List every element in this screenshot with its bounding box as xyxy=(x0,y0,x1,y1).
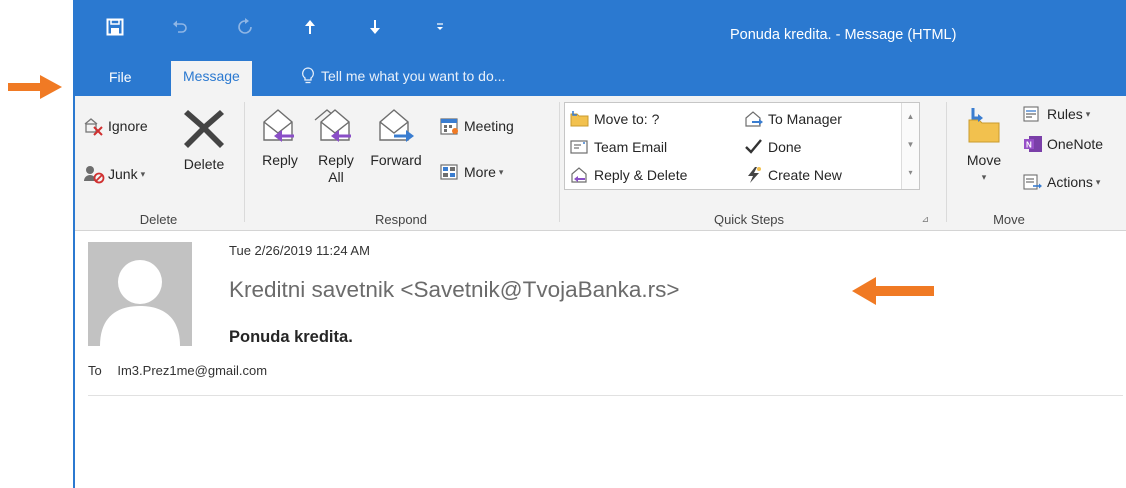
move-folder-icon xyxy=(968,108,1000,143)
more-respond-button[interactable]: More ▾ xyxy=(439,160,503,184)
sender-name[interactable]: Kreditni savetnik <Savetnik@TvojaBanka.r… xyxy=(229,277,680,303)
redo-icon xyxy=(238,18,252,34)
rules-dropdown-icon: ▾ xyxy=(1085,108,1091,119)
reply-all-button[interactable]: Reply All xyxy=(311,106,361,186)
customize-qat-button[interactable] xyxy=(430,17,450,37)
more-icon xyxy=(440,164,458,180)
junk-icon xyxy=(84,166,105,184)
move-group: Move ▾ Rules ▾ N OneNote Actions ▾ Move xyxy=(950,96,1126,231)
quick-steps-group: Quick Steps ⊿ xyxy=(561,96,937,231)
meeting-calendar-icon xyxy=(440,118,458,135)
forward-button[interactable]: Forward xyxy=(369,106,423,169)
svg-text:N: N xyxy=(1026,141,1032,150)
more-dropdown-icon: ▾ xyxy=(498,166,504,177)
quick-steps-group-label: Quick Steps xyxy=(713,212,785,227)
save-icon xyxy=(106,18,124,36)
arrow-down-icon xyxy=(370,20,380,34)
recipient-row: To Im3.Prez1me@gmail.com xyxy=(88,363,267,378)
ignore-button[interactable]: Ignore xyxy=(83,114,148,138)
actions-dropdown-icon: ▾ xyxy=(1095,176,1101,187)
to-label: To xyxy=(88,363,102,378)
recipient-address[interactable]: Im3.Prez1me@gmail.com xyxy=(117,363,267,378)
move-dropdown-icon: ▾ xyxy=(981,172,987,182)
header-divider xyxy=(88,395,1123,396)
received-date: Tue 2/26/2019 11:24 AM xyxy=(229,243,370,258)
person-placeholder-icon xyxy=(88,242,192,346)
actions-icon xyxy=(1023,174,1042,190)
message-subject: Ponuda kredita. xyxy=(229,328,353,346)
previous-item-button[interactable] xyxy=(300,17,320,37)
undo-icon xyxy=(173,20,187,33)
screenshot-root: Ponuda kredita. - Message (HTML) File Me… xyxy=(0,0,1126,488)
quick-access-toolbar xyxy=(105,16,495,38)
move-button[interactable]: Move ▾ xyxy=(962,106,1006,186)
save-button[interactable] xyxy=(105,17,125,37)
ignore-icon xyxy=(84,118,103,136)
meeting-button[interactable]: Meeting xyxy=(439,114,514,138)
next-item-button[interactable] xyxy=(365,17,385,37)
group-separator xyxy=(244,102,245,222)
rules-icon xyxy=(1023,106,1039,122)
annotation-arrow-left-icon xyxy=(852,277,934,305)
ribbon: Ignore Junk ▾ Delete Delete Reply Reply … xyxy=(75,96,1126,231)
window-title: Ponuda kredita. - Message (HTML) xyxy=(730,27,957,43)
redo-button[interactable] xyxy=(235,17,255,37)
reply-button[interactable]: Reply xyxy=(255,106,305,169)
delete-group-label: Delete xyxy=(139,212,178,227)
arrow-up-icon xyxy=(305,20,315,34)
sender-avatar xyxy=(88,242,192,346)
forward-icon xyxy=(379,109,414,142)
tell-me-text: Tell me what you want to do... xyxy=(321,68,506,84)
ribbon-tabs: File Message Tell me what you want to do… xyxy=(75,60,1126,98)
junk-dropdown-icon: ▾ xyxy=(140,168,146,179)
message-header: Tue 2/26/2019 11:24 AM Kreditni savetnik… xyxy=(75,232,1126,488)
junk-button[interactable]: Junk ▾ xyxy=(83,162,145,186)
delete-button[interactable]: Delete xyxy=(177,106,231,173)
onenote-button[interactable]: N OneNote xyxy=(1022,132,1103,156)
group-separator xyxy=(946,102,947,222)
actions-button[interactable]: Actions ▾ xyxy=(1022,170,1100,194)
tab-file[interactable]: File xyxy=(97,62,144,98)
reply-icon xyxy=(263,109,294,142)
tell-me-search[interactable]: Tell me what you want to do... xyxy=(301,61,505,91)
quick-steps-dialog-launcher-icon[interactable]: ⊿ xyxy=(921,214,929,225)
annotation-arrow-left-icon xyxy=(8,75,62,99)
reply-all-icon xyxy=(314,109,351,142)
move-group-label: Move xyxy=(993,212,1025,227)
rules-button[interactable]: Rules ▾ xyxy=(1022,102,1090,126)
delete-group: Ignore Junk ▾ Delete Delete xyxy=(75,96,242,231)
group-separator xyxy=(559,102,560,222)
lightbulb-icon xyxy=(302,67,314,84)
respond-group: Reply Reply All Forward Meeting More ▾ R… xyxy=(247,96,555,231)
delete-x-icon xyxy=(184,110,224,148)
title-bar: Ponuda kredita. - Message (HTML) xyxy=(75,0,1126,60)
undo-button[interactable] xyxy=(170,17,190,37)
customize-dropdown-icon xyxy=(437,23,443,30)
onenote-icon: N xyxy=(1024,136,1042,152)
respond-group-label: Respond xyxy=(374,212,428,227)
tab-message[interactable]: Message xyxy=(171,60,252,97)
outlook-message-window: Ponuda kredita. - Message (HTML) File Me… xyxy=(73,0,1126,488)
